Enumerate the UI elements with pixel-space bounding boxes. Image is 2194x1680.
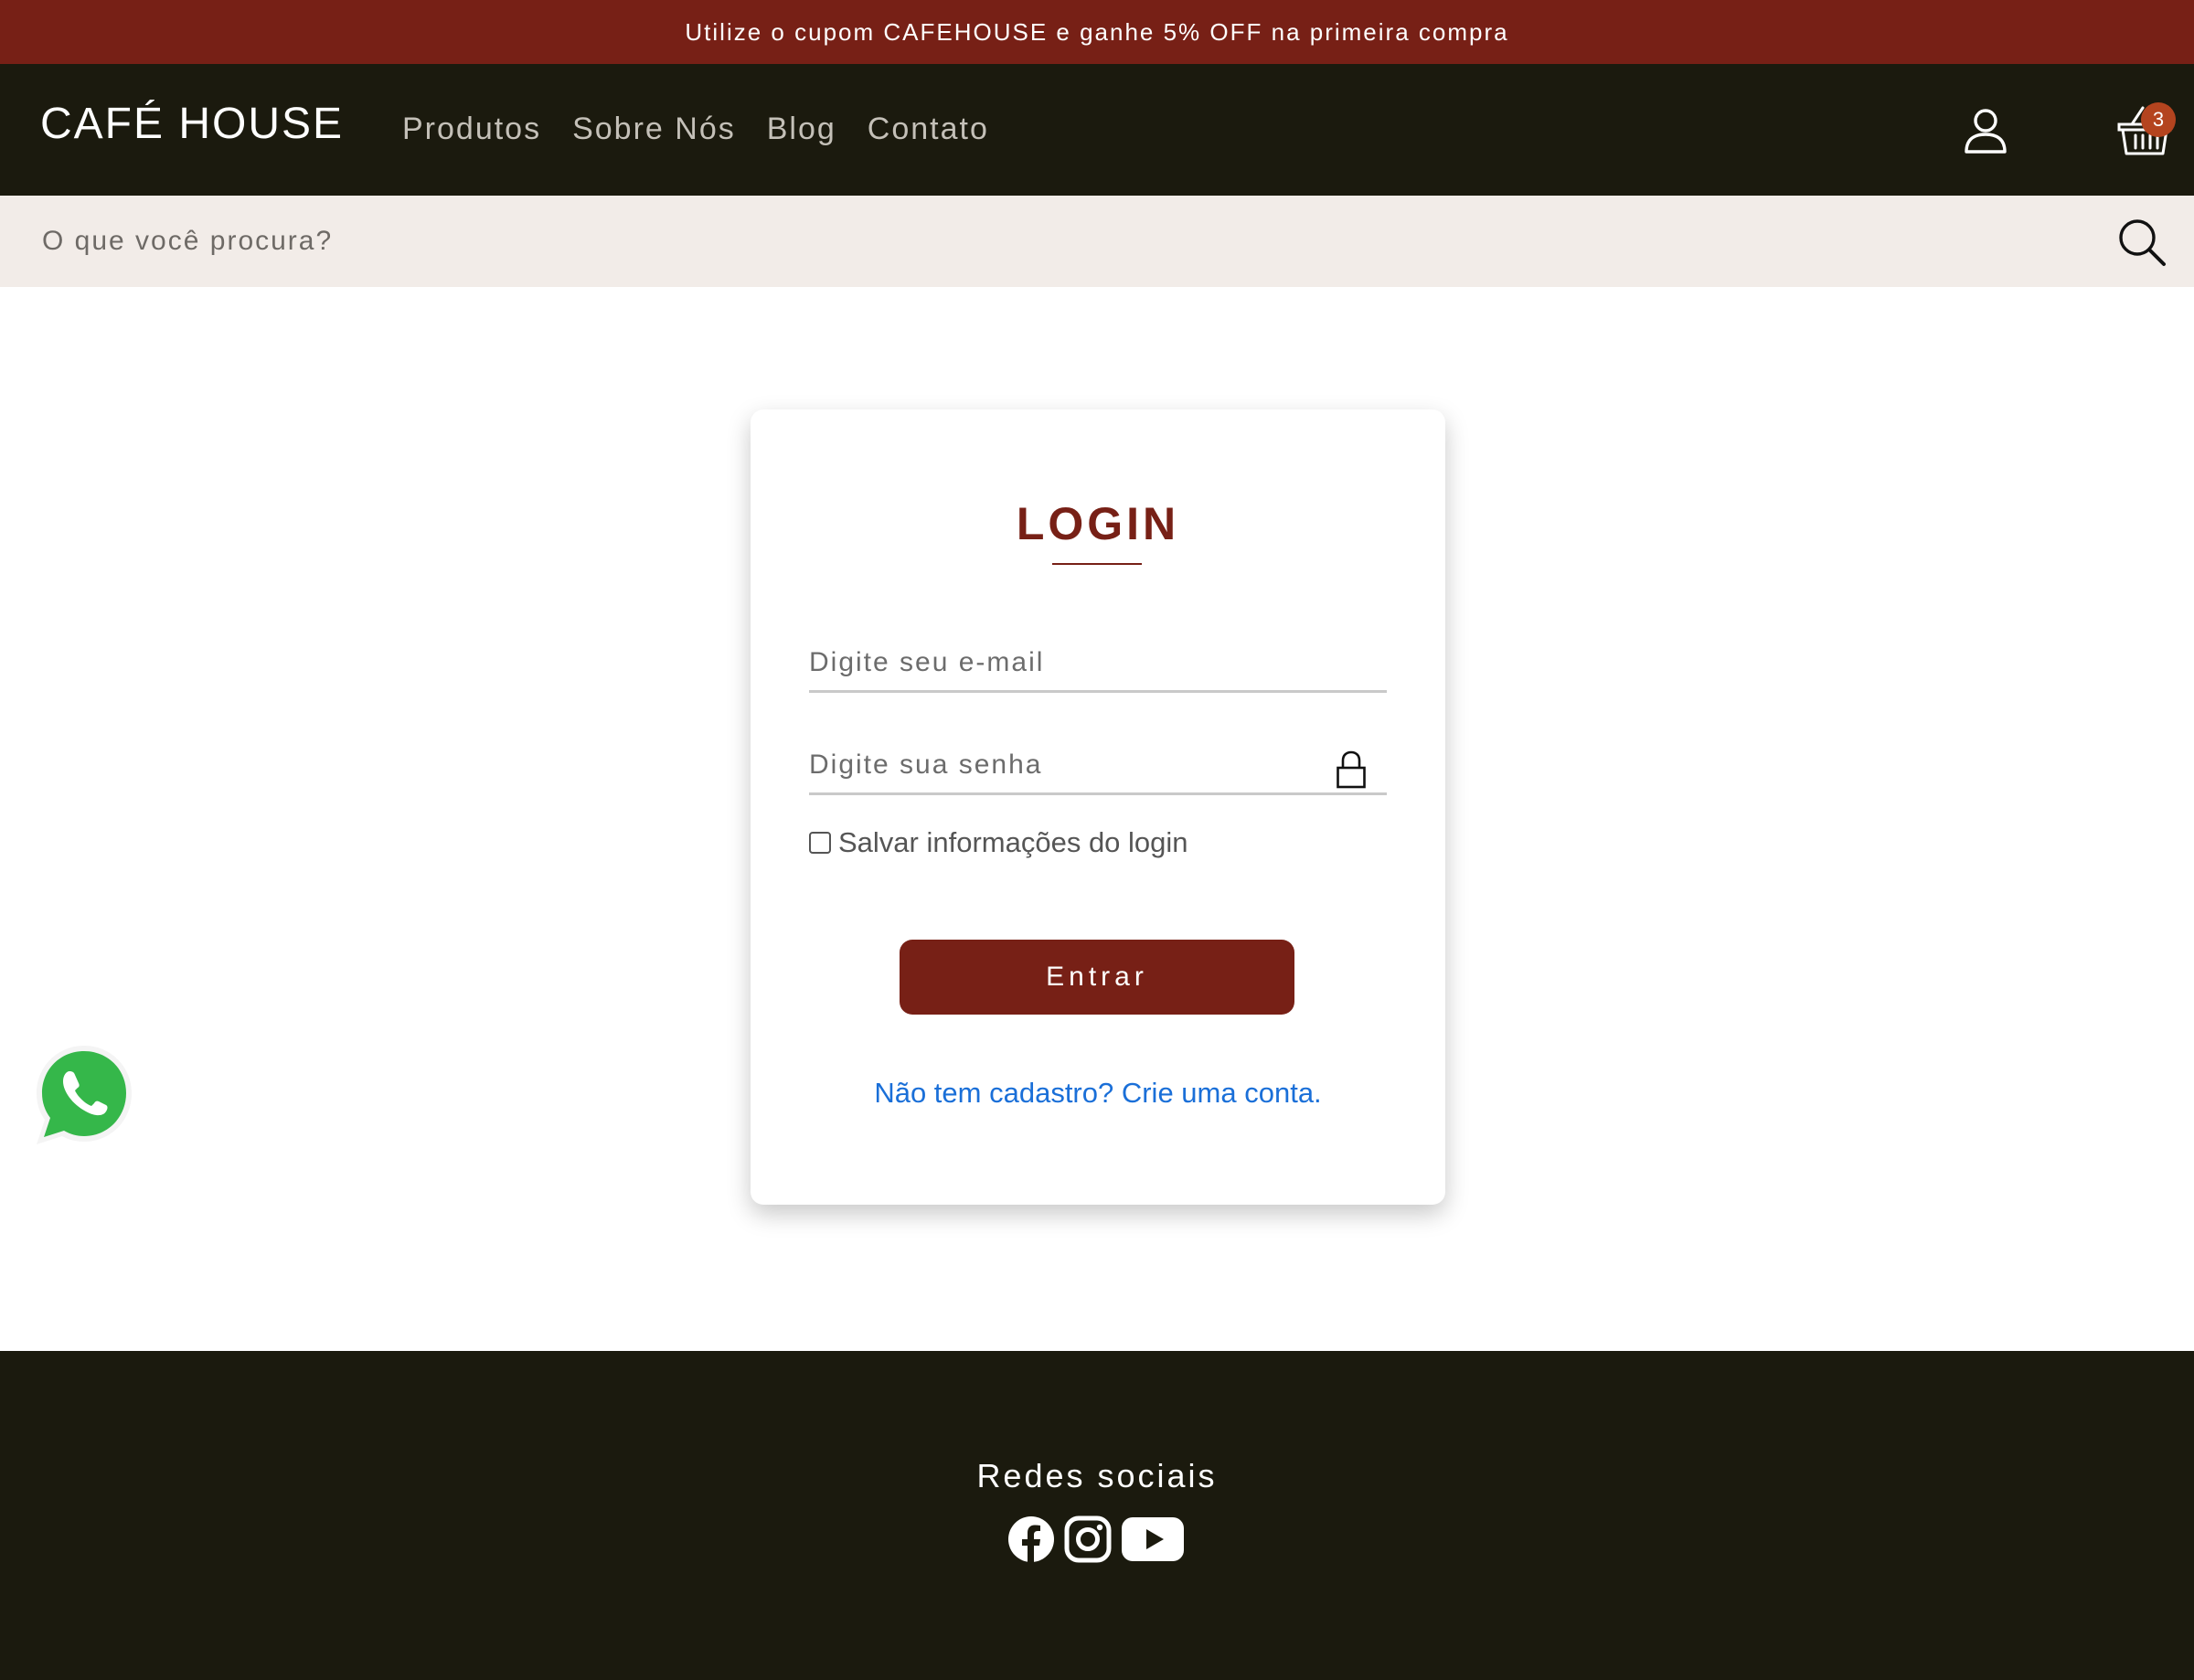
nav-produtos[interactable]: Produtos (402, 112, 541, 147)
email-field-wrapper (809, 634, 1387, 693)
instagram-icon[interactable] (1064, 1515, 1112, 1563)
password-field-wrapper (809, 737, 1387, 795)
site-logo[interactable]: CAFÉ HOUSE (40, 99, 344, 149)
search-bar (0, 196, 2194, 287)
search-icon[interactable] (2117, 218, 2167, 267)
facebook-icon[interactable] (1007, 1515, 1055, 1563)
remember-checkbox[interactable] (809, 832, 831, 854)
main-nav: Produtos Sobre Nós Blog Contato (402, 112, 989, 147)
title-underline (1052, 563, 1142, 565)
nav-sobre-nos[interactable]: Sobre Nós (572, 112, 736, 147)
password-field[interactable] (809, 737, 1387, 792)
social-title: Redes sociais (976, 1457, 1218, 1494)
remember-label[interactable]: Salvar informações do login (838, 826, 1188, 859)
login-title: LOGIN (1016, 498, 1180, 549)
youtube-icon[interactable] (1121, 1515, 1185, 1563)
enter-button[interactable]: Entrar (900, 940, 1294, 1015)
search-input[interactable] (42, 214, 2099, 269)
cart-count-badge: 3 (2141, 102, 2176, 137)
nav-contato[interactable]: Contato (868, 112, 989, 147)
user-icon[interactable] (1964, 108, 2008, 154)
whatsapp-icon[interactable] (27, 1038, 141, 1152)
promo-text: Utilize o cupom CAFEHOUSE e ganhe 5% OFF… (685, 17, 1509, 46)
signup-link[interactable]: Não tem cadastro? Crie uma conta. (751, 1077, 1445, 1110)
nav-blog[interactable]: Blog (767, 112, 836, 147)
top-navigation: CAFÉ HOUSE Produtos Sobre Nós Blog Conta… (0, 64, 2194, 196)
login-card: LOGIN Salvar informações do login Entrar… (751, 409, 1445, 1205)
footer: Redes sociais (0, 1351, 2194, 1680)
remember-login: Salvar informações do login (809, 826, 1188, 859)
promo-bar: Utilize o cupom CAFEHOUSE e ganhe 5% OFF… (0, 0, 2194, 64)
lock-icon[interactable] (1336, 750, 1367, 790)
email-field[interactable] (809, 634, 1387, 690)
social-links (1007, 1515, 1185, 1563)
